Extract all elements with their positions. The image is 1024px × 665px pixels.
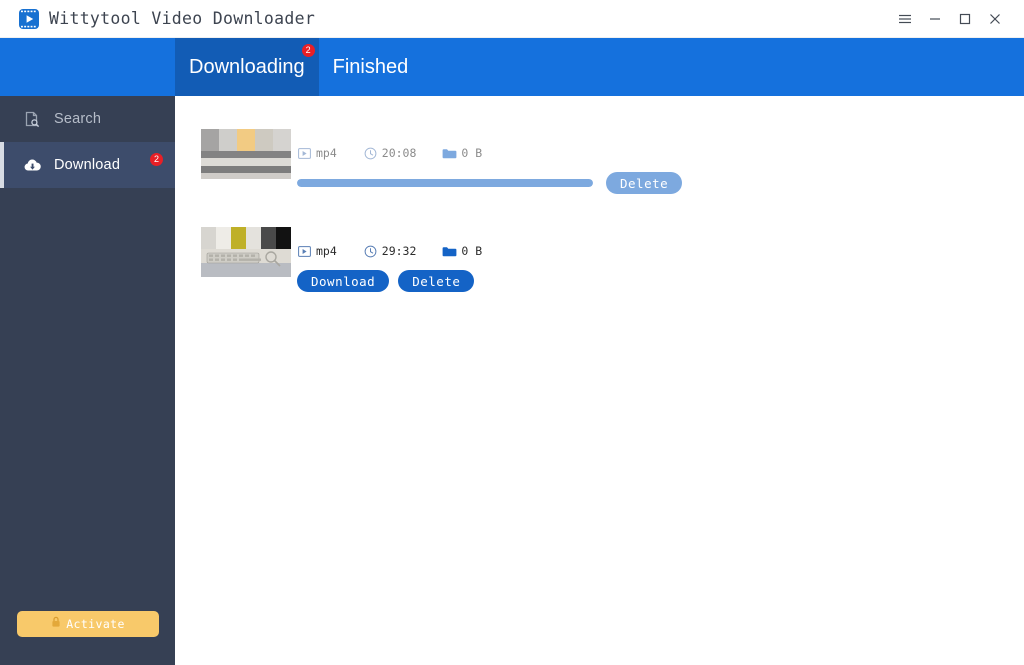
tab-finished-label: Finished xyxy=(333,56,409,78)
document-search-icon xyxy=(22,109,42,129)
maximize-icon[interactable] xyxy=(950,0,980,37)
tab-finished[interactable]: Finished xyxy=(319,38,423,96)
sidebar-item-download[interactable]: Download 2 xyxy=(0,142,175,188)
activate-button-label: Activate xyxy=(66,617,125,631)
lock-icon xyxy=(51,615,61,633)
tab-bar-right-spacer xyxy=(422,38,1024,96)
size-label: 0 B xyxy=(461,244,482,258)
download-item-meta: mp4 20:08 xyxy=(297,145,691,161)
format-label: mp4 xyxy=(316,146,337,160)
video-file-icon xyxy=(297,245,312,258)
download-item-actions: Download Delete xyxy=(297,270,508,292)
video-thumbnail-2 xyxy=(201,227,291,277)
download-item: mp4 20:08 xyxy=(201,129,691,194)
cloud-download-icon xyxy=(22,155,42,175)
download-item-details: mp4 20:08 xyxy=(297,129,691,194)
download-item-actions: Delete xyxy=(297,172,691,194)
activate-button[interactable]: Activate xyxy=(17,611,159,637)
duration-label: 29:32 xyxy=(382,244,417,258)
download-button[interactable]: Download xyxy=(297,270,389,292)
download-item-meta: mp4 29:32 xyxy=(297,243,508,259)
close-icon[interactable] xyxy=(980,0,1010,37)
folder-icon xyxy=(442,245,457,258)
tab-downloading-badge: 2 xyxy=(302,44,315,57)
delete-button[interactable]: Delete xyxy=(398,270,474,292)
clock-icon xyxy=(363,147,378,160)
sidebar-item-search-label: Search xyxy=(54,111,101,127)
download-item-details: mp4 29:32 xyxy=(297,227,508,292)
download-list: mp4 20:08 xyxy=(175,96,1024,665)
progress-bar xyxy=(297,179,593,187)
video-play-film-icon xyxy=(18,8,40,30)
app-title: Wittytool Video Downloader xyxy=(49,9,315,28)
sidebar-item-download-badge: 2 xyxy=(150,153,163,166)
delete-button[interactable]: Delete xyxy=(606,172,682,194)
tab-bar: Downloading 2 Finished xyxy=(0,38,1024,96)
tab-downloading[interactable]: Downloading 2 xyxy=(175,38,319,96)
main-body: Search Download 2 xyxy=(0,96,1024,665)
tab-downloading-label: Downloading xyxy=(189,56,305,78)
clock-icon xyxy=(363,245,378,258)
size-label: 0 B xyxy=(461,146,482,160)
size-chunk: 0 B xyxy=(442,244,482,258)
minimize-icon[interactable] xyxy=(920,0,950,37)
duration-chunk: 20:08 xyxy=(363,146,417,160)
sidebar-item-search[interactable]: Search xyxy=(0,96,175,142)
format-chunk: mp4 xyxy=(297,146,337,160)
hamburger-menu-icon[interactable] xyxy=(890,0,920,37)
download-item: mp4 29:32 xyxy=(201,227,508,292)
progress-bar-fill xyxy=(297,179,593,187)
format-chunk: mp4 xyxy=(297,244,337,258)
video-thumbnail-1 xyxy=(201,129,291,179)
window-controls xyxy=(890,0,1024,37)
title-bar: Wittytool Video Downloader xyxy=(0,0,1024,38)
video-file-icon xyxy=(297,147,312,160)
duration-label: 20:08 xyxy=(382,146,417,160)
folder-icon xyxy=(442,147,457,160)
format-label: mp4 xyxy=(316,244,337,258)
sidebar-item-download-label: Download xyxy=(54,157,120,173)
tab-bar-left-spacer xyxy=(0,38,175,96)
duration-chunk: 29:32 xyxy=(363,244,417,258)
sidebar: Search Download 2 xyxy=(0,96,175,665)
size-chunk: 0 B xyxy=(442,146,482,160)
